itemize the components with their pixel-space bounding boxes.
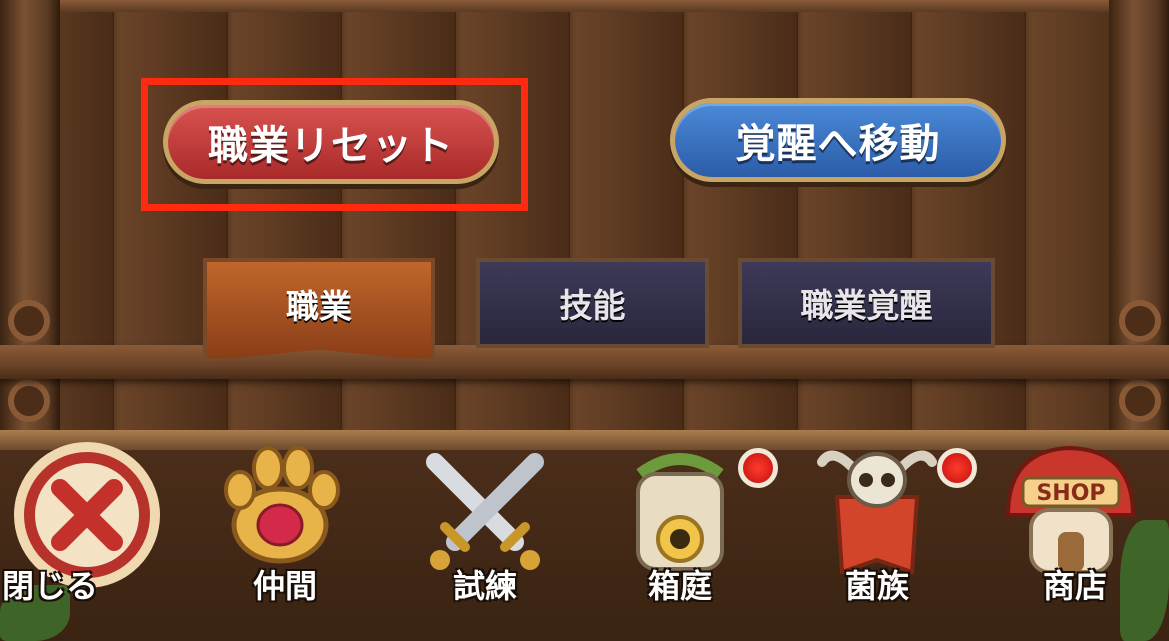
tab-skill[interactable]: 技能 bbox=[476, 258, 709, 348]
nav-companion[interactable]: 仲間 bbox=[195, 440, 375, 641]
nav-label: 箱庭 bbox=[647, 567, 712, 605]
scroll-ornament bbox=[1119, 300, 1161, 342]
notification-badge bbox=[937, 448, 977, 488]
tower-icon bbox=[636, 453, 724, 571]
nav-label: 菌族 bbox=[844, 567, 909, 605]
tab-label: 職業 bbox=[286, 287, 352, 326]
nav-shop[interactable]: SHOP 商店 bbox=[985, 440, 1165, 641]
crossed-swords-icon bbox=[426, 453, 544, 570]
nav-trial[interactable]: 試練 bbox=[395, 440, 575, 641]
mushroom-shop-icon: SHOP bbox=[1005, 445, 1136, 574]
game-screen: 職業リセット 覚醒へ移動 職業 技能 職業覚醒 閉じる 仲間 試練 箱庭 菌族 … bbox=[0, 0, 1169, 641]
notification-badge bbox=[738, 448, 778, 488]
nav-label: 商店 bbox=[1042, 567, 1107, 605]
tab-job-awakening[interactable]: 職業覚醒 bbox=[738, 258, 995, 348]
paw-icon bbox=[224, 446, 340, 564]
tab-job[interactable]: 職業 bbox=[203, 258, 435, 362]
tab-label: 技能 bbox=[559, 286, 626, 325]
scroll-ornament bbox=[8, 380, 50, 422]
go-awakening-label: 覚醒へ移動 bbox=[735, 121, 941, 167]
shelf-beam bbox=[0, 345, 1169, 379]
shop-sign-text: SHOP bbox=[1036, 481, 1105, 506]
go-awakening-button[interactable]: 覚醒へ移動 bbox=[670, 98, 1006, 182]
nav-clan[interactable]: 菌族 bbox=[787, 440, 977, 641]
nav-label: 試練 bbox=[452, 567, 517, 605]
top-beam bbox=[0, 0, 1169, 12]
scroll-ornament bbox=[1119, 380, 1161, 422]
nav-label: 仲間 bbox=[252, 567, 317, 605]
scroll-ornament bbox=[8, 300, 50, 342]
nav-label: 閉じる bbox=[1, 567, 98, 605]
tab-label: 職業覚醒 bbox=[800, 286, 933, 325]
nav-garden[interactable]: 箱庭 bbox=[590, 440, 778, 641]
highlight-box bbox=[141, 78, 528, 211]
nav-close[interactable]: 閉じる bbox=[0, 440, 180, 641]
